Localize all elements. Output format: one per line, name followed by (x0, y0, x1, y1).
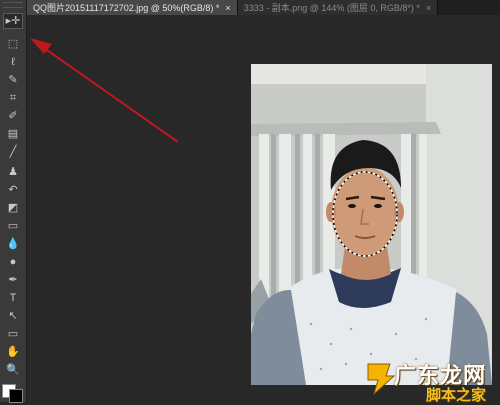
annotation-arrow (30, 38, 179, 143)
watermark-domain-text: l.net (468, 362, 486, 372)
watermark-logo-icon (367, 363, 396, 396)
watermark: 广东龙网 l.net 脚本之家 (364, 358, 498, 404)
